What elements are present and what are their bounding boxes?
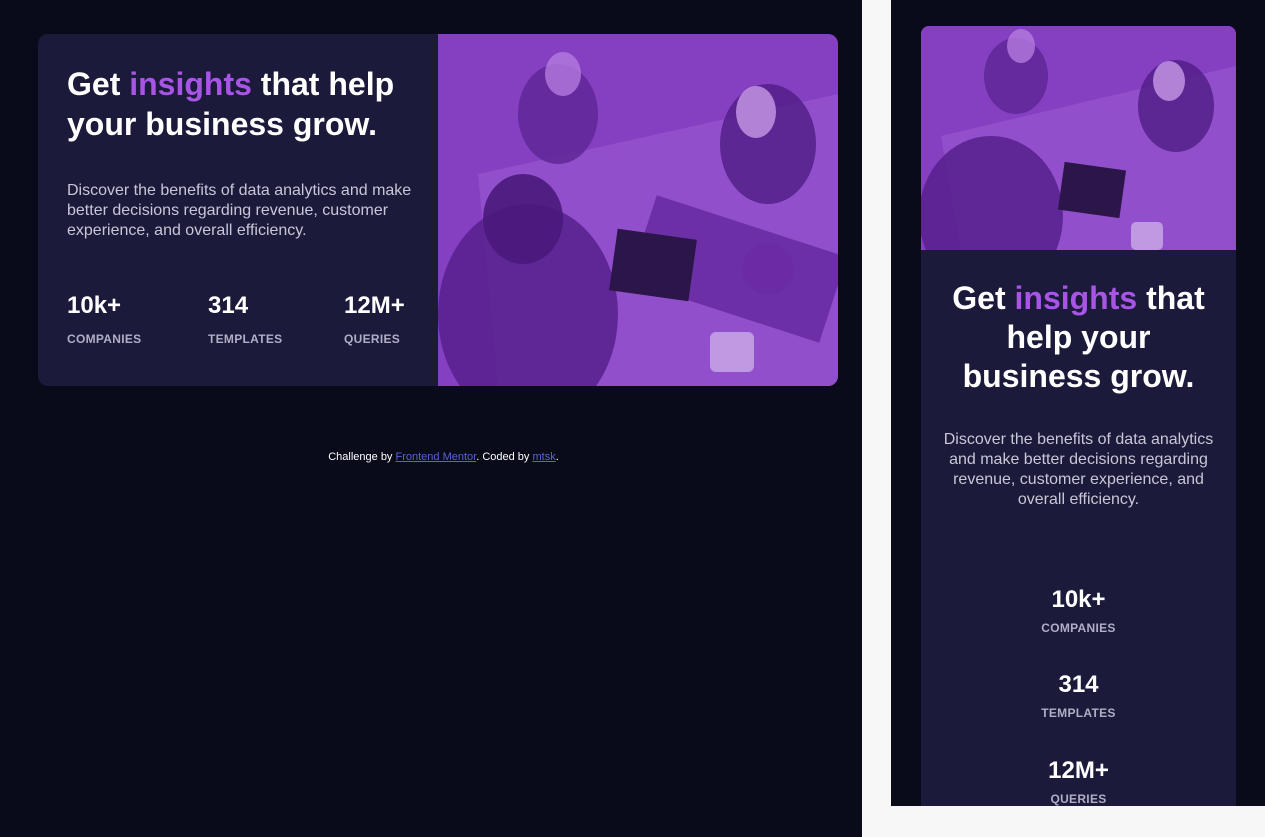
card-headline: Get insights that help your business gro…	[941, 279, 1216, 396]
office-photo-illustration	[438, 34, 838, 386]
stat-label: COMPANIES	[67, 332, 142, 346]
stat-label: QUERIES	[344, 332, 401, 346]
stat-label: TEMPLATES	[1041, 706, 1116, 720]
card-content: Get insights that help your business gro…	[38, 34, 438, 386]
stat-value: 314	[208, 292, 249, 319]
card-description: Discover the benefits of data analytics …	[67, 182, 412, 239]
stat-value: 10k+	[1051, 586, 1106, 613]
headline-text: Get	[67, 66, 130, 102]
attribution-footer: Challenge by Frontend Mentor. Coded by m…	[0, 451, 887, 463]
card-headline: Get insights that help your business gro…	[67, 64, 417, 144]
stat-label: QUERIES	[1050, 792, 1107, 806]
mobile-view: Get insights that help your business gro…	[891, 0, 1265, 806]
headline-accent: insights	[129, 66, 252, 102]
author-link[interactable]: mtsk	[532, 451, 555, 463]
stat-queries: 12M+ QUERIES	[344, 292, 405, 346]
stat-label: TEMPLATES	[208, 332, 283, 346]
headline-accent: insights	[1014, 280, 1138, 316]
stat-value: 10k+	[67, 292, 122, 319]
office-photo-illustration	[921, 26, 1236, 296]
card-description: Discover the benefits of data analytics …	[943, 431, 1214, 508]
footer-text: .	[555, 451, 559, 463]
stat-queries: 12M+ QUERIES	[921, 757, 1236, 806]
office-photo	[921, 26, 1236, 296]
stat-companies: 10k+ COMPANIES	[67, 292, 141, 346]
headline-text: Get	[952, 280, 1015, 316]
stat-companies: 10k+ COMPANIES	[921, 586, 1236, 635]
office-photo	[438, 34, 838, 386]
stat-value: 12M+	[344, 292, 405, 319]
footer-text: . Coded by	[476, 451, 533, 463]
stat-label: COMPANIES	[1041, 621, 1116, 635]
frontend-mentor-link[interactable]: Frontend Mentor	[396, 451, 477, 463]
footer-text: Challenge by	[328, 451, 396, 463]
stats-preview-card: Get insights that help your business gro…	[38, 34, 838, 386]
stat-templates: 314 TEMPLATES	[921, 671, 1236, 720]
stat-value: 12M+	[1048, 757, 1109, 784]
stat-templates: 314 TEMPLATES	[208, 292, 282, 346]
stats-preview-card-mobile: Get insights that help your business gro…	[921, 26, 1236, 806]
stat-value: 314	[1058, 671, 1099, 698]
desktop-view: Get insights that help your business gro…	[0, 0, 862, 837]
